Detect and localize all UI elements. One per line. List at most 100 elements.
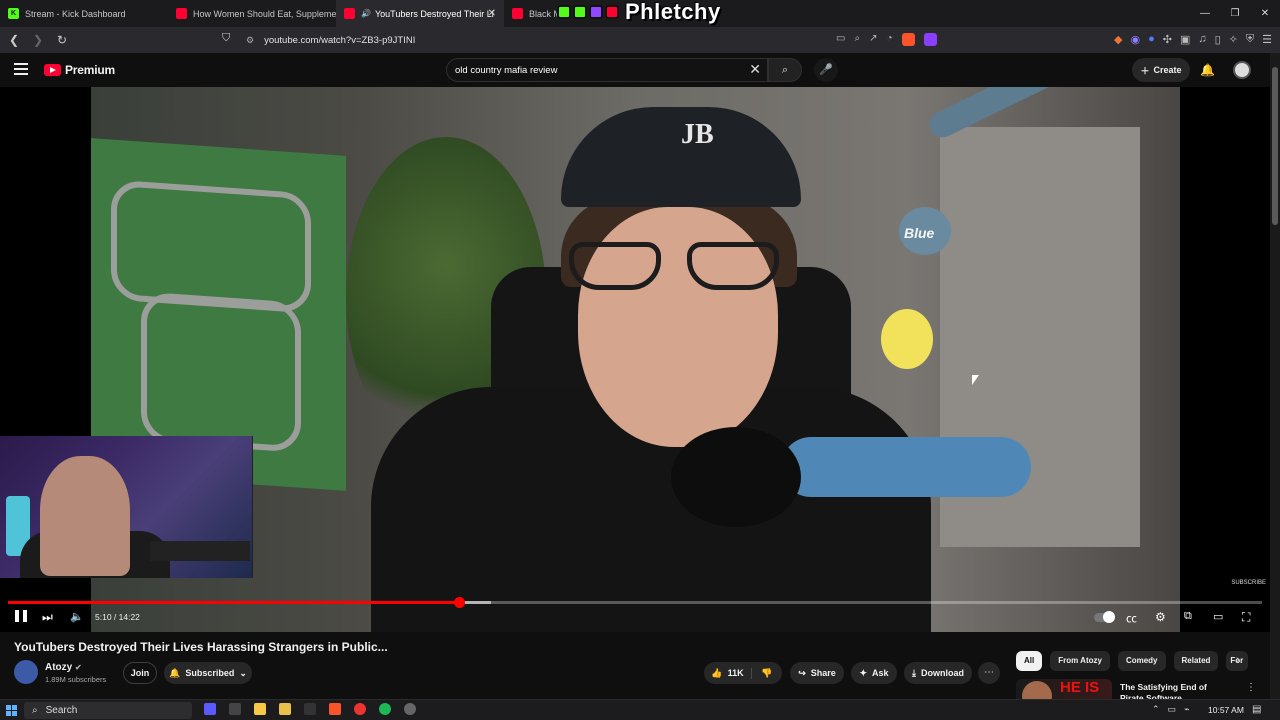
url-text: youtube.com/watch?v=ZB3-p9JTINI xyxy=(264,34,416,46)
notifications-bell-icon[interactable]: 🔔 xyxy=(1200,63,1215,77)
kick-icon: K xyxy=(8,8,19,19)
file-explorer-icon[interactable] xyxy=(254,703,266,715)
tab-black-myth[interactable]: Black Myth xyxy=(504,0,564,27)
cap-logo: JB xyxy=(681,119,714,150)
copilot-icon[interactable] xyxy=(204,703,216,715)
join-button[interactable]: Join xyxy=(123,662,157,684)
bookmark-icon[interactable]: ⛉ xyxy=(222,32,230,45)
clear-search-icon[interactable]: ✕ xyxy=(749,61,761,78)
restore-icon[interactable]: ❐ xyxy=(1220,0,1250,27)
more-vertical-icon[interactable]: ⋮ xyxy=(1246,682,1256,693)
taskbar-search[interactable]: ⌕ Search xyxy=(24,702,192,719)
search-input[interactable]: old country mafia review ✕ xyxy=(446,58,768,82)
wallet-icon[interactable]: ▣ xyxy=(1180,33,1190,46)
extension-icon[interactable]: ◆ xyxy=(1114,33,1122,46)
progress-bar[interactable] xyxy=(8,597,1262,608)
brave-rewards-icon[interactable] xyxy=(923,33,937,46)
site-info-icon[interactable]: ⚙ xyxy=(246,35,254,46)
next-button[interactable]: ⏭ xyxy=(42,610,53,625)
taskbar-search-label: Search xyxy=(45,705,78,716)
scrollbar-thumb[interactable] xyxy=(1272,67,1278,225)
extension-icon[interactable]: ● xyxy=(1148,33,1155,46)
extension-icon[interactable]: ◉ xyxy=(1130,33,1140,46)
music-icon[interactable]: ♫ xyxy=(1198,33,1206,46)
download-button[interactable]: ⤓ Download xyxy=(904,662,972,684)
channel-avatar[interactable] xyxy=(14,660,38,684)
chevron-up-icon[interactable]: ⌃ xyxy=(1152,704,1160,715)
recommended-title[interactable]: The Satisfying End of Pirate Software xyxy=(1120,682,1230,699)
forward-icon[interactable]: ❯ xyxy=(28,33,48,47)
fullscreen-icon[interactable]: ⛶ xyxy=(1242,610,1250,625)
youtube-icon xyxy=(512,8,523,19)
youtube-premium-logo[interactable]: Premium xyxy=(44,63,115,77)
cast-icon[interactable]: ▭ xyxy=(836,33,845,46)
miniplayer-icon[interactable]: ⧉ xyxy=(1184,610,1192,623)
windows-start-icon[interactable] xyxy=(6,705,17,716)
glasses xyxy=(569,242,789,290)
pause-button[interactable] xyxy=(14,610,28,622)
thumbnail-text: HE IS xyxy=(1060,679,1100,696)
obs-icon[interactable] xyxy=(354,703,366,715)
share-label: Share xyxy=(810,668,836,678)
folder-icon[interactable] xyxy=(279,703,291,715)
display-icon[interactable]: ▭ xyxy=(1168,704,1177,715)
chip-from-atozy[interactable]: From Atozy xyxy=(1050,651,1110,671)
close-tab-icon[interactable]: ✕ xyxy=(488,8,496,19)
puzzle-icon[interactable]: ✣ xyxy=(1163,33,1172,46)
network-icon[interactable]: ⌁ xyxy=(1184,704,1189,715)
chevron-right-icon[interactable]: › xyxy=(1236,654,1240,666)
zoom-icon[interactable]: ⌕ xyxy=(854,33,860,46)
account-avatar[interactable] xyxy=(1233,61,1251,79)
video-player[interactable]: JB Blue SUBSCRIBE xyxy=(0,87,1270,632)
recommended-thumbnail[interactable]: HE IS xyxy=(1016,679,1112,699)
system-tray: ⌃ ▭ ⌁ xyxy=(1152,704,1189,715)
vpn-icon[interactable]: ⛨ xyxy=(1246,33,1254,46)
chip-all[interactable]: All xyxy=(1016,651,1043,671)
youtube-icon xyxy=(344,8,355,19)
hamburger-menu-icon[interactable] xyxy=(14,63,28,78)
sidebar-icon[interactable]: ▯ xyxy=(1215,33,1221,46)
menu-icon[interactable]: ☰ xyxy=(1262,33,1272,46)
rss-icon[interactable]: ◔ xyxy=(886,33,892,46)
voice-search-button[interactable]: 🎤 xyxy=(814,58,838,82)
download-label: Download xyxy=(920,668,964,678)
like-dislike-group: 👍 11K 👎 xyxy=(704,662,782,684)
brave-browser-icon[interactable] xyxy=(329,703,341,715)
tab-women-eat[interactable]: How Women Should Eat, Supplemen xyxy=(168,0,336,27)
autoplay-toggle[interactable] xyxy=(1094,611,1115,623)
app-icon[interactable] xyxy=(404,703,416,715)
captions-icon[interactable]: ㏄ xyxy=(1126,610,1137,626)
settings-gear-icon[interactable]: ⚙ xyxy=(1155,610,1166,624)
dislike-button[interactable]: 👎 xyxy=(752,668,782,679)
youtube-icon xyxy=(176,8,187,19)
notification-icon[interactable]: ▤ xyxy=(1252,704,1261,715)
channel-name[interactable]: Atozy ✔ xyxy=(45,662,82,673)
more-actions-button[interactable]: ⋯ xyxy=(978,662,1000,684)
page-scrollbar[interactable] xyxy=(1270,53,1280,699)
taskbar-clock[interactable]: 10:57 AM xyxy=(1208,705,1244,715)
share-icon[interactable]: ↗ xyxy=(869,33,877,46)
back-icon[interactable]: ❮ xyxy=(4,33,24,47)
like-button[interactable]: 👍 11K xyxy=(704,667,752,679)
leo-icon[interactable]: ✧ xyxy=(1229,33,1238,46)
time-display: 5:10 / 14:22 xyxy=(95,612,140,622)
ask-button[interactable]: ✦ Ask xyxy=(851,662,897,684)
theater-mode-icon[interactable]: ▭ xyxy=(1213,610,1223,623)
minimize-icon[interactable]: — xyxy=(1190,0,1220,27)
tab-youtubers-destroyed[interactable]: 🔊 YouTubers Destroyed Their Li ✕ xyxy=(336,0,504,27)
create-button[interactable]: ＋ Create xyxy=(1132,58,1190,82)
subscribed-button[interactable]: 🔔 Subscribed ⌄ xyxy=(164,662,252,684)
close-window-icon[interactable]: ✕ xyxy=(1250,0,1280,27)
tab-kick-dashboard[interactable]: K Stream - Kick Dashboard xyxy=(0,0,168,27)
chip-comedy[interactable]: Comedy xyxy=(1117,651,1166,671)
brave-shields-icon[interactable] xyxy=(901,33,915,46)
terminal-icon[interactable] xyxy=(304,703,316,715)
youtube-icon xyxy=(605,5,619,19)
chip-related[interactable]: Related xyxy=(1173,651,1219,671)
spotify-icon[interactable] xyxy=(379,703,391,715)
share-button[interactable]: ↪ Share xyxy=(790,662,844,684)
search-button[interactable]: ⌕ xyxy=(768,58,802,82)
volume-icon[interactable]: 🔈 xyxy=(70,610,84,623)
reload-icon[interactable]: ↻ xyxy=(52,33,72,47)
settings-app-icon[interactable] xyxy=(229,703,241,715)
